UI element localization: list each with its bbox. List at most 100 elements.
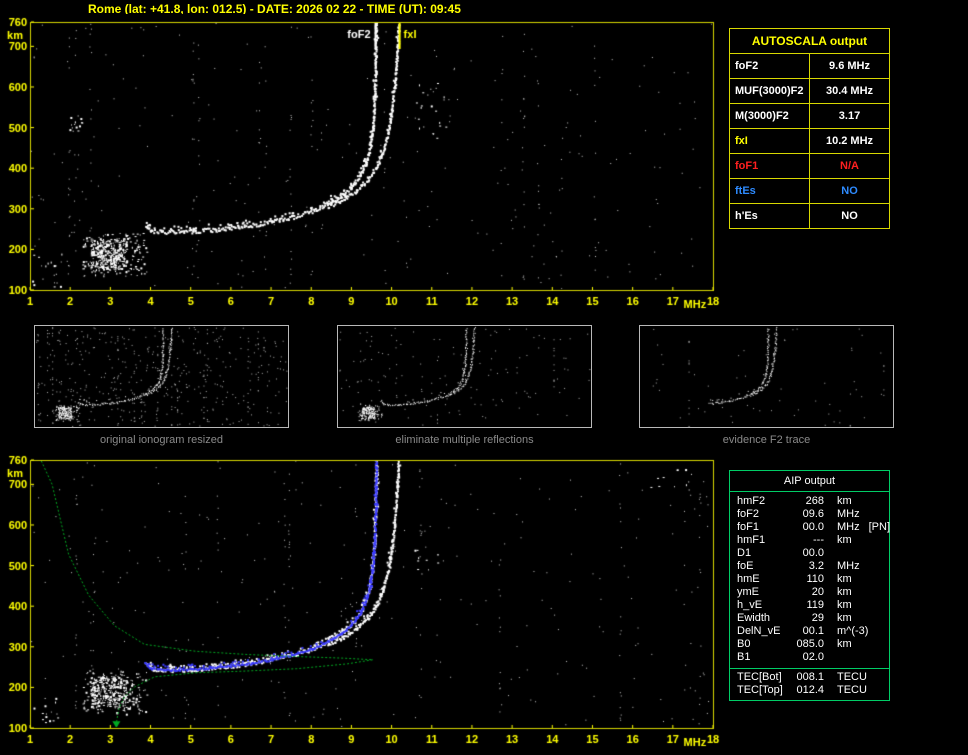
aip-parameter-value: 29 — [811, 612, 824, 624]
autoscala-parameter-value: N/A — [809, 153, 890, 179]
aip-parameter-value: 110 — [806, 573, 824, 585]
aip-parameter-label: TEC[Top] — [737, 684, 783, 696]
autoscala-parameter-value: 3.17 — [809, 103, 890, 129]
thumbnail-original-ionogram — [34, 325, 289, 428]
thumbnail-clean-canvas — [338, 326, 591, 427]
aip-parameter-value: 02.0 — [802, 651, 824, 663]
autoscala-output-table: AUTOSCALA output foF2 9.6 MHz MUF(3000)F2 3… — [729, 28, 890, 229]
autoscala-result-window: Rome (lat: +41.8, lon: 012.5) - DATE: 20… — [0, 0, 968, 755]
aip-row: foF1 00.0 MHz [PN] — [730, 521, 891, 534]
autoscala-row: h'Es NO — [729, 203, 890, 229]
aip-parameter-label: D1 — [737, 547, 752, 559]
aip-row: ymE 20 km — [730, 586, 889, 599]
autoscala-parameter-label: fxI — [729, 128, 810, 154]
autoscala-parameter-value: NO — [809, 178, 890, 204]
aip-parameter-value: 00.1 — [802, 625, 824, 637]
aip-parameter-label: hmE — [737, 573, 760, 585]
aip-rows: hmF2 268 km foF2 09.6 MHz foF1 00.0 MHz [PN] hmF1 -… — [730, 492, 891, 666]
aip-parameter-unit: m^(-3) — [837, 625, 869, 637]
aip-output-panel: AIP output hmF2 268 km foF2 09.6 MHz foF1 00.0 M… — [729, 470, 890, 701]
aip-row: foF2 09.6 MHz — [730, 508, 889, 521]
aip-parameter-label: ymE — [737, 586, 759, 598]
aip-panel-title: AIP output — [730, 471, 889, 492]
aip-parameter-label: B0 — [737, 638, 751, 650]
aip-parameter-label: foF1 — [737, 521, 760, 533]
autoscala-parameter-value: 10.2 MHz — [809, 128, 890, 154]
aip-row: B0 085.0 km — [730, 638, 889, 651]
aip-row: TEC[Bot] 008.1 TECU — [730, 671, 889, 684]
autoscala-table-header-row: AUTOSCALA output — [729, 28, 890, 54]
aip-row: TEC[Top] 012.4 TECU — [730, 684, 889, 697]
autoscala-row: foF1 N/A — [729, 153, 890, 179]
top-ionogram-canvas — [0, 14, 725, 314]
aip-parameter-label: foE — [737, 560, 754, 572]
thumbnail-original-canvas — [35, 326, 288, 427]
aip-parameter-value: --- — [813, 534, 824, 546]
autoscala-parameter-label: MUF(3000)F2 — [729, 78, 810, 104]
aip-parameter-unit: MHz — [837, 508, 860, 520]
aip-parameter-label: DelN_vE — [737, 625, 781, 637]
thumbnail-f2-trace-evidence — [639, 325, 894, 428]
aip-parameter-value: 00.0 — [802, 521, 824, 533]
autoscala-row: foF2 9.6 MHz — [729, 53, 890, 79]
aip-parameter-value: 268 — [805, 495, 824, 507]
autoscala-parameter-label: ftEs — [729, 178, 810, 204]
aip-parameter-value: 3.2 — [808, 560, 824, 572]
aip-row: D1 00.0 — [730, 547, 889, 560]
aip-parameter-unit: MHz — [837, 560, 860, 572]
autoscala-row: M(3000)F2 3.17 — [729, 103, 890, 129]
aip-row: B1 02.0 — [730, 651, 889, 664]
aip-parameter-label: TEC[Bot] — [737, 671, 782, 683]
autoscala-parameter-label: foF2 — [729, 53, 810, 79]
autoscala-parameter-value: 30.4 MHz — [809, 78, 890, 104]
aip-parameter-unit: TECU — [837, 671, 867, 683]
thumbnail-multiple-reflections-removed — [337, 325, 592, 428]
aip-parameter-value: 012.4 — [796, 684, 824, 696]
autoscala-row: ftEs NO — [729, 178, 890, 204]
aip-parameter-label: hmF2 — [737, 495, 766, 507]
aip-parameter-value: 085.0 — [796, 638, 824, 650]
thumbnail-caption-clean: eliminate multiple reflections — [395, 434, 534, 446]
aip-parameter-unit: km — [837, 573, 852, 585]
aip-row: h_vE 119 km — [730, 599, 889, 612]
aip-parameter-value: 00.0 — [802, 547, 824, 559]
aip-parameter-unit: km — [837, 495, 852, 507]
autoscala-table-body: foF2 9.6 MHz MUF(3000)F2 30.4 MHz M(3000)F2 3… — [729, 53, 890, 229]
aip-parameter-unit: TECU — [837, 684, 867, 696]
thumbnail-caption-evidence: evidence F2 trace — [722, 434, 811, 446]
aip-parameter-unit: MHz — [837, 521, 860, 533]
aip-parameter-unit: km — [837, 534, 852, 546]
aip-parameter-label: hmF1 — [737, 534, 766, 546]
aip-parameter-label: B1 — [737, 651, 751, 663]
aip-parameter-unit: km — [837, 612, 852, 624]
aip-parameter-label: Ewidth — [737, 612, 771, 624]
aip-row: DelN_vE 00.1 m^(-3) — [730, 625, 889, 638]
aip-parameter-unit: km — [837, 599, 852, 611]
autoscala-parameter-label: h'Es — [729, 203, 810, 229]
aip-row: hmF1 --- km — [730, 534, 889, 547]
aip-parameter-value: 09.6 — [802, 508, 824, 520]
aip-row: hmF2 268 km — [730, 495, 889, 508]
autoscala-table-title: AUTOSCALA output — [729, 28, 890, 54]
aip-tec-rows: TEC[Bot] 008.1 TECU TEC[Top] 012.4 TECU — [730, 668, 889, 700]
autoscala-parameter-label: foF1 — [729, 153, 810, 179]
aip-parameter-value: 008.1 — [796, 671, 824, 683]
aip-parameter-unit: km — [837, 638, 852, 650]
autoscala-parameter-value: NO — [809, 203, 890, 229]
aip-parameter-value: 20 — [811, 586, 824, 598]
aip-parameter-label: foF2 — [737, 508, 760, 520]
aip-row: foE 3.2 MHz — [730, 560, 889, 573]
aip-parameter-value: 119 — [806, 599, 824, 611]
aip-parameter-unit: km — [837, 586, 852, 598]
autoscala-row: fxI 10.2 MHz — [729, 128, 890, 154]
autoscala-parameter-value: 9.6 MHz — [809, 53, 890, 79]
aip-row: hmE 110 km — [730, 573, 889, 586]
autoscala-parameter-label: M(3000)F2 — [729, 103, 810, 129]
bottom-ionogram-canvas — [0, 452, 725, 754]
thumbnail-caption-original: original ionogram resized — [100, 434, 223, 446]
autoscala-row: MUF(3000)F2 30.4 MHz — [729, 78, 890, 104]
aip-parameter-label: h_vE — [737, 599, 763, 611]
aip-parameter-note: [PN] — [868, 521, 891, 533]
aip-row: Ewidth 29 km — [730, 612, 889, 625]
thumbnail-evidence-canvas — [640, 326, 893, 427]
